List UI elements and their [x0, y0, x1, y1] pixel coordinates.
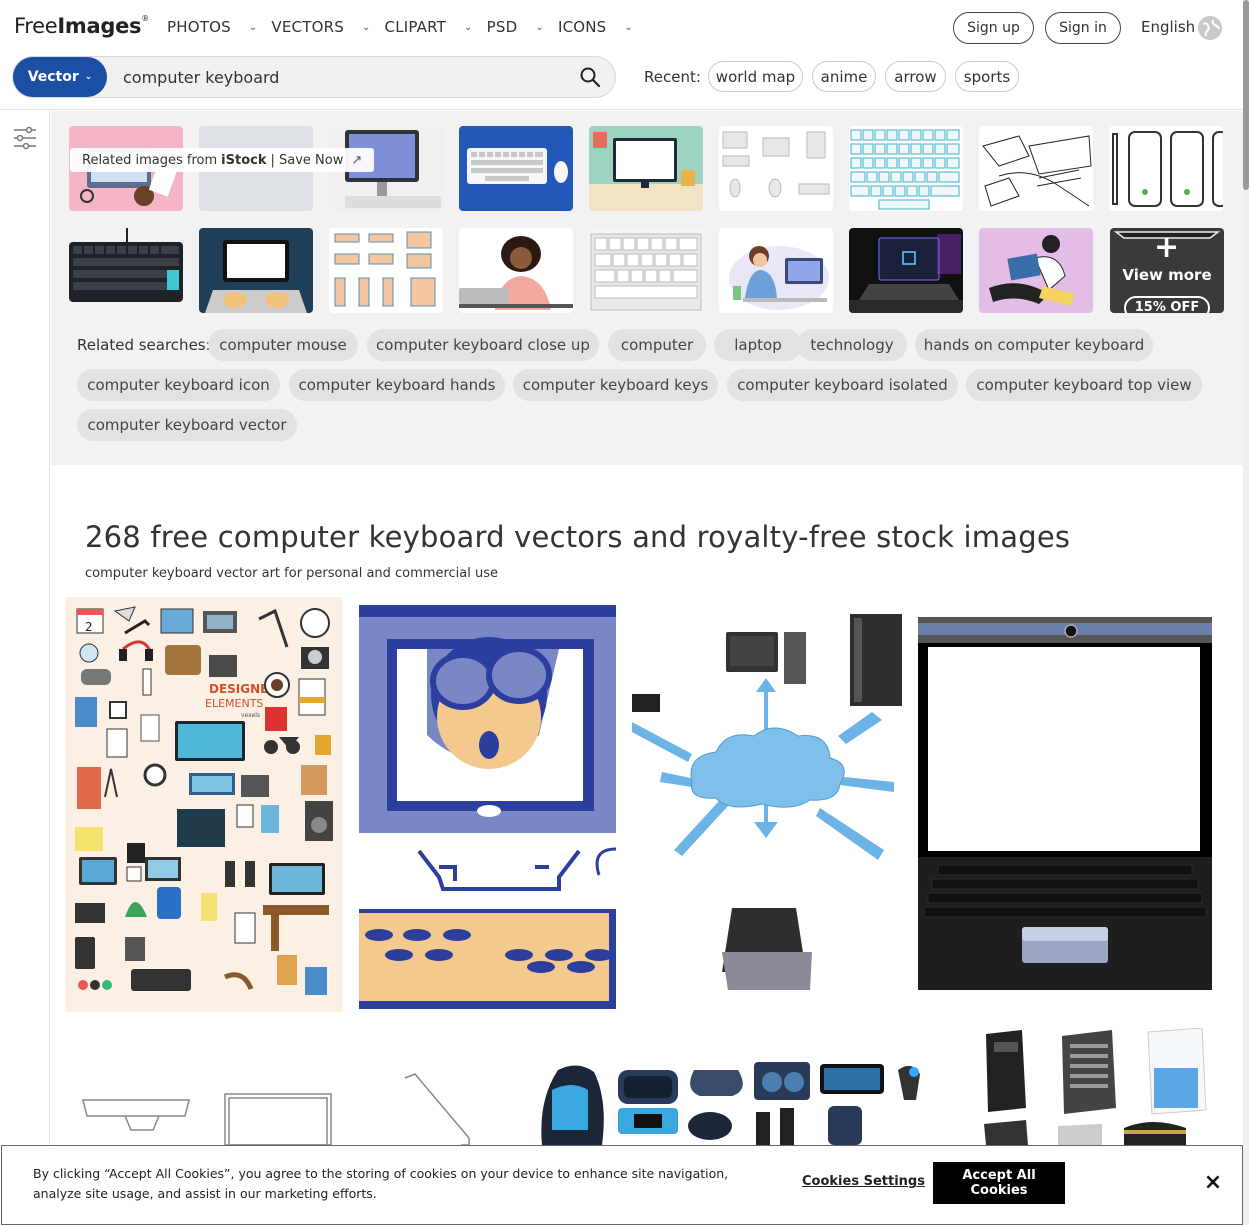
- nav-photos-label: PHOTOS: [167, 18, 231, 36]
- nav-clipart[interactable]: CLIPART ⌄: [385, 18, 473, 36]
- istock-prefix: Related images from: [82, 152, 218, 168]
- main-nav: PHOTOS ⌄ VECTORS ⌄ CLIPART ⌄ PSD ⌄ ICONS ⌄: [167, 18, 647, 36]
- related-search-chip[interactable]: technology: [797, 329, 907, 361]
- search-icon[interactable]: [579, 66, 601, 88]
- filter-sliders-icon[interactable]: [13, 126, 37, 150]
- svg-text:2: 2: [85, 620, 93, 634]
- related-search-chip[interactable]: computer keyboard close up: [367, 329, 599, 361]
- top-bar: FreeImages® PHOTOS ⌄ VECTORS ⌄ CLIPART ⌄ PS…: [0, 0, 1243, 110]
- istock-thumbnail[interactable]: [329, 228, 443, 313]
- globe-icon[interactable]: [1198, 16, 1222, 40]
- nav-icons[interactable]: ICONS ⌄: [558, 18, 633, 36]
- svg-text:vexels: vexels: [241, 712, 260, 719]
- site-logo[interactable]: FreeImages®: [14, 14, 149, 38]
- related-search-chip[interactable]: computer keyboard keys: [513, 369, 718, 401]
- chevron-down-icon[interactable]: ⌄: [249, 22, 258, 33]
- related-search-chip[interactable]: computer keyboard isolated: [727, 369, 958, 401]
- related-search-chip[interactable]: computer keyboard top view: [966, 369, 1202, 401]
- istock-thumbnail[interactable]: [719, 126, 833, 211]
- nav-clipart-label: CLIPART: [384, 18, 447, 36]
- result-card[interactable]: [359, 605, 616, 1013]
- istock-cta: | Save Now: [270, 152, 344, 168]
- results-title: 268 free computer keyboard vectors and r…: [85, 520, 1071, 554]
- istock-banner[interactable]: Related images from iStock | Save Now ↗: [70, 148, 375, 172]
- istock-thumbnail[interactable]: [719, 228, 833, 313]
- cookie-banner: By clicking “Accept All Cookies”, you ag…: [1, 1145, 1243, 1225]
- related-search-chip[interactable]: computer: [608, 329, 706, 361]
- istock-thumbnail[interactable]: [849, 126, 963, 211]
- sign-up-button[interactable]: Sign up: [953, 12, 1034, 44]
- related-searches-label: Related searches:: [77, 336, 211, 354]
- recent-chip[interactable]: anime: [812, 61, 876, 92]
- nav-vectors[interactable]: VECTORS ⌄: [271, 18, 370, 36]
- related-search-chip[interactable]: computer keyboard icon: [77, 369, 280, 401]
- chevron-down-icon[interactable]: ⌄: [464, 22, 473, 33]
- scrollbar-thumb[interactable]: [1243, 0, 1249, 190]
- recent-chip[interactable]: arrow: [885, 61, 946, 92]
- result-card[interactable]: 2 DESIGNER ELEMENTS vexels: [65, 597, 343, 1012]
- search-input[interactable]: [123, 65, 563, 89]
- chevron-down-icon: ⌄: [84, 72, 93, 82]
- chevron-down-icon[interactable]: ⌄: [535, 22, 544, 33]
- related-search-chip[interactable]: hands on computer keyboard: [915, 329, 1153, 361]
- istock-thumbnail[interactable]: [1109, 126, 1223, 211]
- nav-psd[interactable]: PSD ⌄: [487, 18, 544, 36]
- istock-thumbnail[interactable]: [589, 126, 703, 211]
- recent-chip[interactable]: sports: [955, 61, 1019, 92]
- close-icon[interactable]: ×: [1202, 1172, 1224, 1194]
- istock-brand: iStock: [221, 152, 267, 168]
- nav-icons-label: ICONS: [557, 18, 607, 36]
- istock-thumbnail[interactable]: [589, 228, 703, 313]
- result-card[interactable]: [528, 1060, 928, 1145]
- chevron-down-icon[interactable]: ⌄: [624, 22, 633, 33]
- discount-badge: 15% OFF: [1124, 296, 1210, 313]
- related-search-chip[interactable]: laptop: [714, 329, 802, 361]
- search-type-label: Vector: [27, 69, 79, 85]
- result-card[interactable]: [632, 612, 902, 997]
- related-search-chip[interactable]: computer mouse: [208, 329, 358, 361]
- view-more-tile[interactable]: + View more 15% OFF: [1110, 228, 1224, 313]
- result-card[interactable]: [65, 1060, 485, 1145]
- istock-thumbnail[interactable]: [459, 228, 573, 313]
- language-selector[interactable]: English: [1141, 18, 1195, 36]
- view-more-label: View more: [1122, 266, 1212, 284]
- left-rail: [0, 110, 50, 1225]
- nav-photos[interactable]: PHOTOS ⌄: [167, 18, 257, 36]
- cookie-settings-button[interactable]: Cookies Settings: [802, 1174, 925, 1189]
- istock-thumbnail[interactable]: [849, 228, 963, 313]
- istock-thumbnail[interactable]: [199, 228, 313, 313]
- external-link-icon: ↗: [351, 152, 363, 168]
- result-card[interactable]: [918, 617, 1212, 990]
- istock-thumbnail[interactable]: [979, 126, 1093, 211]
- nav-psd-label: PSD: [486, 18, 518, 36]
- result-card[interactable]: [978, 1028, 1208, 1145]
- recent-label: Recent:: [644, 68, 701, 86]
- results-subtitle: computer keyboard vector art for persona…: [85, 566, 498, 581]
- istock-thumbnail[interactable]: [69, 228, 183, 313]
- istock-thumbnail[interactable]: [459, 126, 573, 211]
- accept-cookies-button[interactable]: Accept All Cookies: [933, 1162, 1065, 1204]
- svg-text:ELEMENTS: ELEMENTS: [205, 697, 263, 710]
- chevron-down-icon[interactable]: ⌄: [362, 22, 371, 33]
- search-bar: Vector ⌄: [12, 56, 616, 98]
- search-type-dropdown[interactable]: Vector ⌄: [13, 57, 107, 97]
- plus-icon: +: [1154, 230, 1180, 265]
- cookie-text: By clicking “Accept All Cookies”, you ag…: [33, 1166, 729, 1201]
- nav-vectors-label: VECTORS: [271, 18, 344, 36]
- recent-chip[interactable]: world map: [708, 61, 803, 92]
- related-search-chip[interactable]: computer keyboard vector: [77, 409, 297, 441]
- related-search-chip[interactable]: computer keyboard hands: [289, 369, 505, 401]
- istock-thumbnail[interactable]: [979, 228, 1093, 313]
- sign-in-button[interactable]: Sign in: [1045, 12, 1121, 44]
